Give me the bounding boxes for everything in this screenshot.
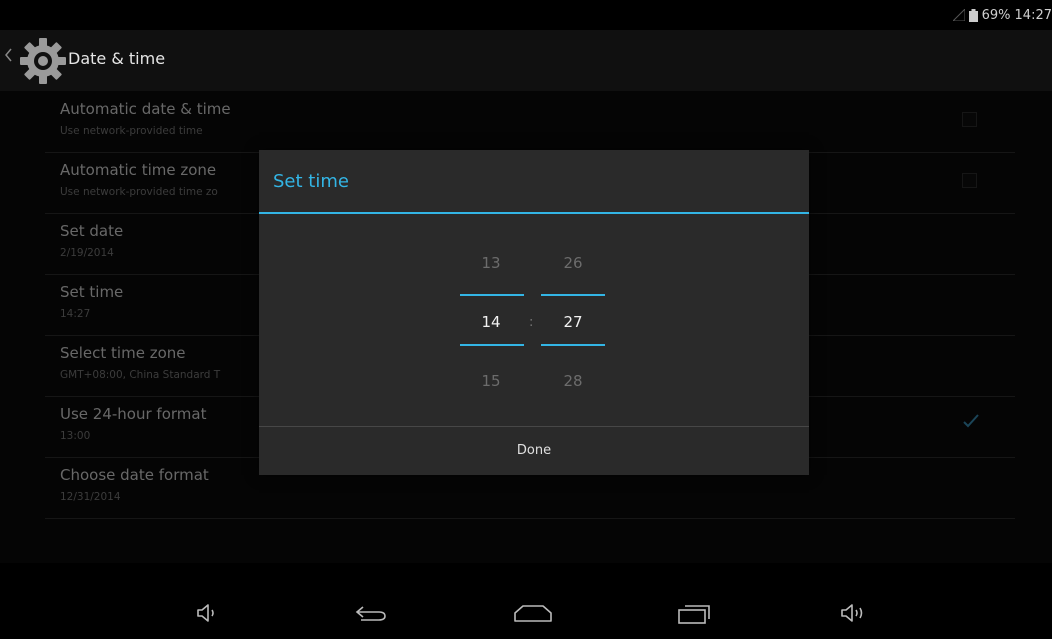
- up-chevron-icon[interactable]: [4, 48, 12, 62]
- minute-highlight-top: [541, 294, 605, 296]
- battery-percent: 69%: [981, 7, 1011, 23]
- status-icons: 69% 14:27: [952, 0, 1052, 30]
- signal-icon: [952, 9, 965, 21]
- hour-prev[interactable]: 13: [459, 254, 523, 272]
- minute-prev[interactable]: 26: [541, 254, 605, 272]
- hour-highlight-top: [460, 294, 524, 296]
- dialog-title: Set time: [273, 171, 349, 192]
- done-button[interactable]: Done: [259, 427, 809, 475]
- set-time-dialog: Set time 13 14 15 : 26 27 28 Done: [259, 150, 809, 475]
- hour-current[interactable]: 14: [459, 313, 523, 331]
- time-separator: :: [529, 315, 534, 330]
- navigation-bar: [0, 563, 1052, 639]
- action-bar: Date & time: [0, 30, 1052, 91]
- hour-next[interactable]: 15: [459, 372, 523, 390]
- minute-next[interactable]: 28: [541, 372, 605, 390]
- minute-highlight-bottom: [541, 344, 605, 346]
- title-divider: [259, 212, 809, 214]
- recent-apps-icon[interactable]: [677, 603, 711, 625]
- settings-gear-icon[interactable]: [20, 38, 66, 84]
- hour-highlight-bottom: [460, 344, 524, 346]
- status-bar: 69% 14:27: [0, 0, 1052, 30]
- back-icon[interactable]: [355, 603, 389, 623]
- battery-icon: [968, 8, 978, 22]
- minute-current[interactable]: 27: [541, 313, 605, 331]
- page-title: Date & time: [68, 49, 166, 68]
- home-icon[interactable]: [513, 603, 553, 623]
- volume-down-icon[interactable]: [196, 603, 218, 623]
- volume-up-icon[interactable]: [840, 603, 866, 623]
- status-time: 14:27: [1014, 7, 1052, 23]
